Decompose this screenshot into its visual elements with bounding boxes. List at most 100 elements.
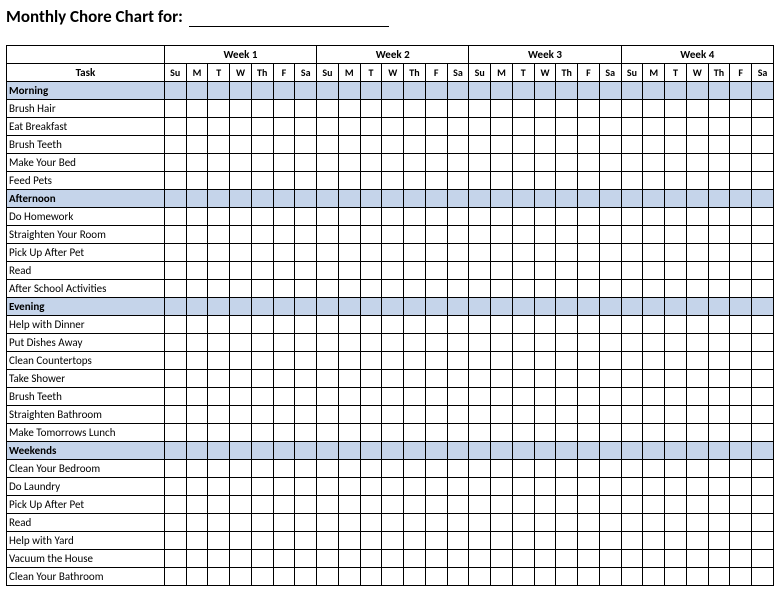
chore-cell	[730, 532, 752, 550]
chore-cell	[512, 280, 534, 298]
chore-cell	[360, 136, 382, 154]
chore-cell	[447, 100, 469, 118]
section-cell	[425, 82, 447, 100]
chore-cell	[686, 514, 708, 532]
chore-cell	[752, 550, 774, 568]
section-cell	[556, 298, 578, 316]
chore-cell	[599, 244, 621, 262]
week-header-0: Week 1	[164, 46, 316, 64]
chore-cell	[534, 136, 556, 154]
chore-cell	[382, 244, 404, 262]
chore-cell	[295, 154, 317, 172]
chore-cell	[491, 226, 513, 244]
chore-cell	[338, 136, 360, 154]
chore-cell	[295, 244, 317, 262]
chore-cell	[447, 478, 469, 496]
task-label: Brush Hair	[7, 100, 165, 118]
chore-cell	[317, 550, 339, 568]
section-cell	[360, 190, 382, 208]
section-cell	[730, 298, 752, 316]
chore-cell	[295, 550, 317, 568]
chore-cell	[382, 424, 404, 442]
chore-cell	[447, 136, 469, 154]
chore-cell	[730, 460, 752, 478]
chore-cell	[686, 118, 708, 136]
chore-cell	[273, 316, 295, 334]
chore-cell	[643, 280, 665, 298]
chore-cell	[730, 514, 752, 532]
chore-cell	[708, 118, 730, 136]
task-label: Clean Countertops	[7, 352, 165, 370]
chore-cell	[665, 568, 687, 586]
task-row: Straighten Your Room	[7, 226, 774, 244]
chore-cell	[643, 118, 665, 136]
day-header: Sa	[752, 64, 774, 82]
chore-cell	[338, 478, 360, 496]
chore-cell	[251, 532, 273, 550]
chore-cell	[599, 514, 621, 532]
section-cell	[230, 442, 252, 460]
name-blank-line	[189, 10, 389, 27]
chore-cell	[665, 100, 687, 118]
chore-cell	[208, 262, 230, 280]
task-label: Help with Yard	[7, 532, 165, 550]
chore-cell	[752, 352, 774, 370]
chore-cell	[730, 388, 752, 406]
chore-cell	[491, 478, 513, 496]
chore-cell	[186, 118, 208, 136]
chore-cell	[208, 370, 230, 388]
section-cell	[621, 442, 643, 460]
chore-cell	[186, 136, 208, 154]
chore-cell	[186, 568, 208, 586]
section-cell	[230, 298, 252, 316]
chore-cell	[164, 136, 186, 154]
chore-cell	[621, 226, 643, 244]
chore-cell	[338, 370, 360, 388]
chore-cell	[317, 514, 339, 532]
chore-cell	[512, 226, 534, 244]
chore-cell	[469, 370, 491, 388]
chore-cell	[730, 118, 752, 136]
chore-cell	[491, 568, 513, 586]
chore-cell	[273, 244, 295, 262]
chore-cell	[599, 424, 621, 442]
chore-cell	[643, 208, 665, 226]
chore-cell	[447, 208, 469, 226]
day-header: Sa	[295, 64, 317, 82]
chore-cell	[512, 334, 534, 352]
chore-cell	[556, 208, 578, 226]
chore-cell	[186, 514, 208, 532]
chore-cell	[534, 262, 556, 280]
section-cell	[317, 190, 339, 208]
chore-cell	[338, 406, 360, 424]
day-header: Th	[556, 64, 578, 82]
section-cell	[273, 442, 295, 460]
chore-cell	[752, 370, 774, 388]
chore-cell	[404, 568, 426, 586]
chore-cell	[665, 352, 687, 370]
chore-cell	[512, 352, 534, 370]
chore-cell	[752, 532, 774, 550]
chore-cell	[382, 100, 404, 118]
section-cell	[382, 442, 404, 460]
chore-cell	[556, 100, 578, 118]
chore-cell	[360, 172, 382, 190]
chore-cell	[251, 334, 273, 352]
chore-cell	[686, 208, 708, 226]
chore-cell	[686, 154, 708, 172]
chore-cell	[186, 244, 208, 262]
section-cell	[686, 298, 708, 316]
chore-cell	[251, 352, 273, 370]
chore-cell	[273, 532, 295, 550]
task-row: Help with Yard	[7, 532, 774, 550]
day-header: M	[186, 64, 208, 82]
chore-cell	[360, 316, 382, 334]
chore-cell	[556, 136, 578, 154]
chore-cell	[556, 262, 578, 280]
chore-cell	[208, 172, 230, 190]
chore-cell	[382, 352, 404, 370]
chore-cell	[317, 100, 339, 118]
chore-cell	[578, 172, 600, 190]
chore-cell	[273, 226, 295, 244]
chore-cell	[491, 370, 513, 388]
